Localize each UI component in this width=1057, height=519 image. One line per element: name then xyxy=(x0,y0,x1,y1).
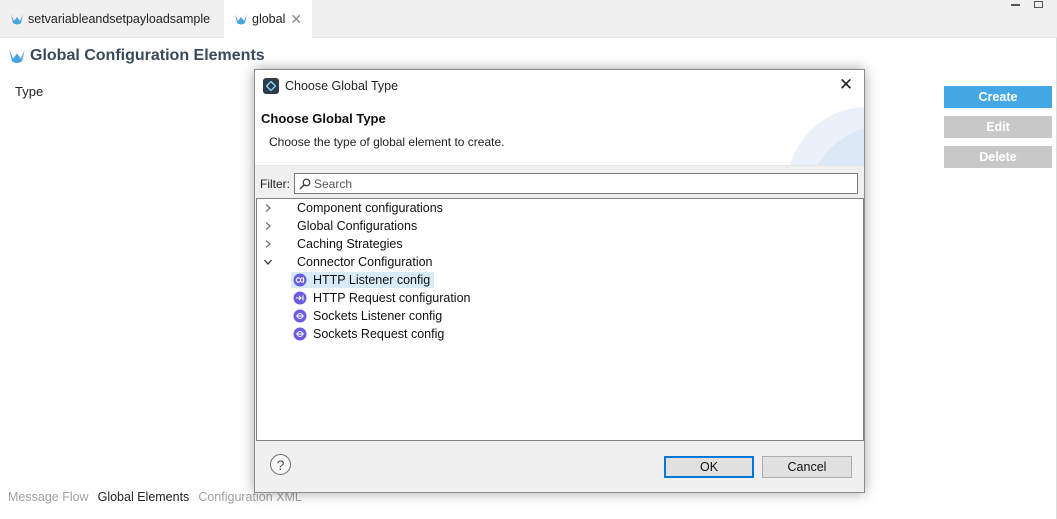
tab-global-elements[interactable]: Global Elements xyxy=(98,490,190,504)
tree-item-label: HTTP Request configuration xyxy=(313,291,471,305)
tab-global[interactable]: global ✕ xyxy=(224,0,313,38)
filter-field[interactable] xyxy=(294,173,858,194)
mule-icon xyxy=(9,49,25,64)
cancel-button[interactable]: Cancel xyxy=(762,456,852,478)
delete-button[interactable]: Delete xyxy=(944,146,1052,168)
chevron-right-icon[interactable] xyxy=(263,221,273,231)
anypoint-studio-icon xyxy=(263,77,279,94)
selection-highlight: HTTP Listener config xyxy=(291,272,435,288)
dialog-titlebar: Choose Global Type ✕ xyxy=(255,70,864,101)
tree-item-connector-configuration[interactable]: Connector Configuration xyxy=(257,253,863,271)
dialog-footer: ? OK Cancel xyxy=(255,441,864,492)
type-column-header: Type xyxy=(15,84,44,99)
close-icon[interactable]: ✕ xyxy=(836,75,856,95)
tree-item-caching-strategies[interactable]: Caching Strategies xyxy=(257,235,863,253)
http-listener-icon xyxy=(293,273,307,287)
dialog-heading: Choose Global Type xyxy=(261,111,386,126)
tree-item-global-configurations[interactable]: Global Configurations xyxy=(257,217,863,235)
tab-message-flow[interactable]: Message Flow xyxy=(8,490,89,504)
tree-item-label: Component configurations xyxy=(297,201,443,215)
ok-button[interactable]: OK xyxy=(664,456,754,478)
mule-icon xyxy=(235,14,247,25)
tab-setvariableandsetpayloadsample[interactable]: setvariableandsetpayloadsample xyxy=(0,0,220,38)
item-content: Sockets Request config xyxy=(291,326,448,342)
dialog-window-title: Choose Global Type xyxy=(285,78,399,93)
tree-item-label: Caching Strategies xyxy=(297,237,403,251)
tree-item-sockets-listener-config[interactable]: Sockets Listener config xyxy=(291,307,446,325)
close-icon[interactable]: ✕ xyxy=(290,11,302,28)
search-input[interactable] xyxy=(314,176,834,191)
minimize-icon[interactable] xyxy=(1011,1,1020,6)
page-title-text: Global Configuration Elements xyxy=(30,47,265,64)
item-content: HTTP Request configuration xyxy=(291,290,475,306)
tab-label: setvariableandsetpayloadsample xyxy=(28,12,211,26)
tree-item-label: Sockets Listener config xyxy=(313,309,443,323)
tree-item-sockets-request-config[interactable]: Sockets Request config xyxy=(291,325,448,343)
tree-item-http-request-configuration[interactable]: HTTP Request configuration xyxy=(291,289,475,307)
chevron-down-icon[interactable] xyxy=(263,257,273,267)
tree-item-label: HTTP Listener config xyxy=(313,273,431,287)
tree-item-http-listener-config[interactable]: HTTP Listener config xyxy=(291,271,435,289)
editor-tab-bar: setvariableandsetpayloadsample global ✕ xyxy=(0,0,1057,38)
search-icon xyxy=(299,178,311,189)
dialog-description: Choose the type of global element to cre… xyxy=(269,135,505,149)
help-icon[interactable]: ? xyxy=(270,454,291,475)
sockets-icon xyxy=(293,327,307,341)
view-controls xyxy=(1011,1,1043,8)
tree-item-label: Global Configurations xyxy=(297,219,418,233)
tree-item-component-configurations[interactable]: Component configurations xyxy=(257,199,863,217)
filter-label: Filter: xyxy=(260,176,290,191)
edit-button[interactable]: Edit xyxy=(944,116,1052,138)
filter-row: Filter: xyxy=(260,173,858,194)
page-title: Global Configuration Elements xyxy=(8,47,265,65)
tree-item-label: Sockets Request config xyxy=(313,327,445,341)
choose-global-type-dialog: Choose Global Type ✕ Choose Global Type … xyxy=(254,69,865,493)
tab-label: global xyxy=(252,12,286,26)
global-type-tree[interactable]: Component configurations Global Configur… xyxy=(256,198,864,441)
item-content: Sockets Listener config xyxy=(291,308,446,324)
maximize-icon[interactable] xyxy=(1034,1,1043,8)
mule-icon xyxy=(11,14,23,25)
tree-item-label: Connector Configuration xyxy=(297,255,433,269)
chevron-right-icon[interactable] xyxy=(263,239,273,249)
http-request-icon xyxy=(293,291,307,305)
dialog-banner: Choose Global Type Choose the type of gl… xyxy=(255,101,864,166)
chevron-right-icon[interactable] xyxy=(263,203,273,213)
sockets-icon xyxy=(293,309,307,323)
create-button[interactable]: Create xyxy=(944,86,1052,108)
